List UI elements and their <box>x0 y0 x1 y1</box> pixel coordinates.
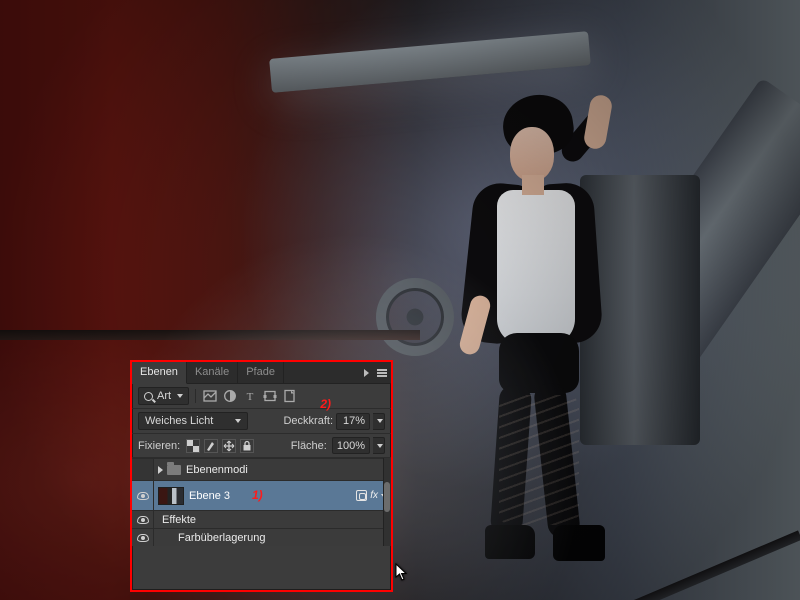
tab-channels[interactable]: Kanäle <box>187 362 238 383</box>
layer-list: Ebenenmodi Ebene 3 1) fx Effekte <box>132 458 391 546</box>
layer-effects-row[interactable]: Effekte <box>132 510 391 528</box>
opacity-value-input[interactable]: 17% <box>336 413 370 430</box>
search-icon <box>144 392 153 401</box>
filter-pixel-icon[interactable] <box>202 388 218 404</box>
fx-badge[interactable]: fx <box>370 490 378 501</box>
coloroverlay-label: Farbüberlagerung <box>178 532 391 544</box>
fill-flyout-button[interactable] <box>373 437 385 454</box>
chevron-down-icon <box>377 419 383 423</box>
lock-pixels-icon[interactable] <box>204 439 218 453</box>
visibility-toggle[interactable] <box>132 481 154 510</box>
filter-type-icon[interactable]: T <box>242 388 258 404</box>
annotation-2: 2) <box>320 397 331 411</box>
lock-label: Fixieren: <box>138 440 180 452</box>
svg-text:T: T <box>247 391 254 403</box>
filter-smart-icon[interactable] <box>282 388 298 404</box>
vignette <box>0 0 800 600</box>
filter-kind-label: Art <box>157 390 171 402</box>
lock-row: Fixieren: Fläche: 100% <box>132 434 391 458</box>
blend-mode-value: Weiches Licht <box>145 415 213 427</box>
fill-value-input[interactable]: 100% <box>332 437 370 454</box>
layer-row-selected[interactable]: Ebene 3 1) fx <box>132 480 391 510</box>
filter-shape-icon[interactable] <box>262 388 278 404</box>
filter-adjust-icon[interactable] <box>222 388 238 404</box>
filter-row: Art T <box>132 384 391 409</box>
folder-icon <box>167 465 181 475</box>
opacity-flyout-button[interactable] <box>373 413 385 430</box>
visibility-toggle[interactable] <box>132 511 154 528</box>
effects-label: Effekte <box>162 514 391 526</box>
chevron-down-icon <box>177 394 183 398</box>
layer-group-name: Ebenenmodi <box>186 464 391 476</box>
eye-icon <box>137 516 149 524</box>
annotation-1: 1) <box>252 488 263 502</box>
chevron-down-icon <box>377 444 383 448</box>
tab-layers[interactable]: Ebenen <box>132 362 187 384</box>
smart-object-icon <box>356 490 367 501</box>
lock-position-icon[interactable] <box>222 439 236 453</box>
panel-collapse-icon[interactable] <box>359 362 373 383</box>
opacity-label: Deckkraft: <box>283 415 333 427</box>
layer-coloroverlay-row[interactable]: Farbüberlagerung <box>132 528 391 546</box>
panel-tabs: Ebenen Kanäle Pfade <box>132 362 391 384</box>
lock-transparency-icon[interactable] <box>186 439 200 453</box>
annotation-frame: Ebenen Kanäle Pfade Art T Weiches Licht <box>130 360 393 592</box>
visibility-toggle[interactable] <box>132 459 154 480</box>
eye-icon <box>137 492 149 500</box>
layer-thumbnail[interactable] <box>158 487 184 505</box>
blend-row: Weiches Licht Deckkraft: 17% 2) <box>132 409 391 434</box>
tab-paths[interactable]: Pfade <box>238 362 284 383</box>
layers-panel: Ebenen Kanäle Pfade Art T Weiches Licht <box>132 362 391 590</box>
lock-all-icon[interactable] <box>240 439 254 453</box>
blend-mode-dropdown[interactable]: Weiches Licht <box>138 412 248 430</box>
eye-icon <box>137 534 149 542</box>
filter-kind-dropdown[interactable]: Art <box>138 387 189 405</box>
layer-list-scrollbar[interactable] <box>383 458 391 546</box>
layer-group-row[interactable]: Ebenenmodi <box>132 458 391 480</box>
disclosure-triangle-icon[interactable] <box>158 466 163 474</box>
fill-label: Fläche: <box>291 440 327 452</box>
layer-name[interactable]: Ebene 3 <box>189 490 356 502</box>
scrollbar-thumb[interactable] <box>384 482 390 512</box>
visibility-toggle[interactable] <box>132 529 154 546</box>
chevron-down-icon <box>235 419 241 423</box>
panel-menu-icon[interactable] <box>373 362 391 383</box>
